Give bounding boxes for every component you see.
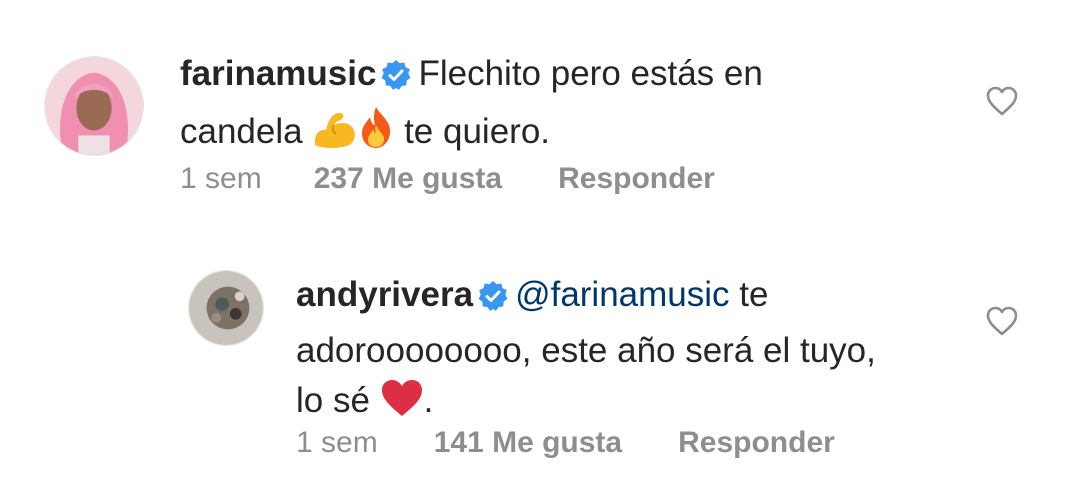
like-heart-icon[interactable] bbox=[985, 85, 1019, 117]
flexed-biceps-icon bbox=[312, 109, 358, 163]
avatar[interactable] bbox=[44, 56, 144, 156]
comment-username[interactable]: andyrivera bbox=[296, 275, 473, 314]
comment-meta: 1 sem 237 Me gusta Responder bbox=[180, 162, 715, 196]
comment-item: andyrivera @farinamusic te adoroooooooo, … bbox=[0, 230, 1080, 498]
comment-body: farinamusic Flechito pero estás en candel… bbox=[180, 49, 940, 163]
fire-icon bbox=[358, 105, 394, 163]
red-heart-icon bbox=[380, 378, 424, 432]
comment-text-line: Flechito pero estás en bbox=[418, 54, 763, 93]
comment-timestamp: 1 sem bbox=[296, 426, 378, 459]
comment-text-line: lo sé bbox=[296, 381, 370, 420]
likes-count[interactable]: 141 Me gusta bbox=[434, 426, 622, 460]
comment-meta: 1 sem 141 Me gusta Responder bbox=[296, 426, 835, 460]
comment-text-line: adoroooooooo, este año será el tuyo, bbox=[296, 331, 876, 370]
comment-item: farinamusic Flechito pero estás en candel… bbox=[0, 0, 1080, 220]
comment-text-line: . bbox=[423, 381, 434, 420]
reply-button[interactable]: Responder bbox=[558, 162, 715, 196]
like-heart-icon[interactable] bbox=[985, 305, 1019, 337]
reply-button[interactable]: Responder bbox=[678, 426, 835, 460]
avatar[interactable] bbox=[188, 270, 264, 346]
comment-text-line: te quiero. bbox=[404, 112, 551, 151]
comment-text-line: te bbox=[739, 275, 769, 314]
comment-body: andyrivera @farinamusic te adoroooooooo, … bbox=[296, 270, 956, 432]
comment-text-line: candela bbox=[180, 112, 303, 151]
likes-count[interactable]: 237 Me gusta bbox=[314, 162, 502, 196]
avatar-image bbox=[45, 57, 143, 155]
avatar-image bbox=[189, 271, 263, 345]
comment-username[interactable]: farinamusic bbox=[180, 54, 376, 93]
verified-badge-icon bbox=[380, 55, 412, 105]
verified-badge-icon bbox=[477, 276, 509, 326]
mention-link[interactable]: @farinamusic bbox=[515, 275, 729, 314]
comment-timestamp: 1 sem bbox=[180, 162, 262, 195]
